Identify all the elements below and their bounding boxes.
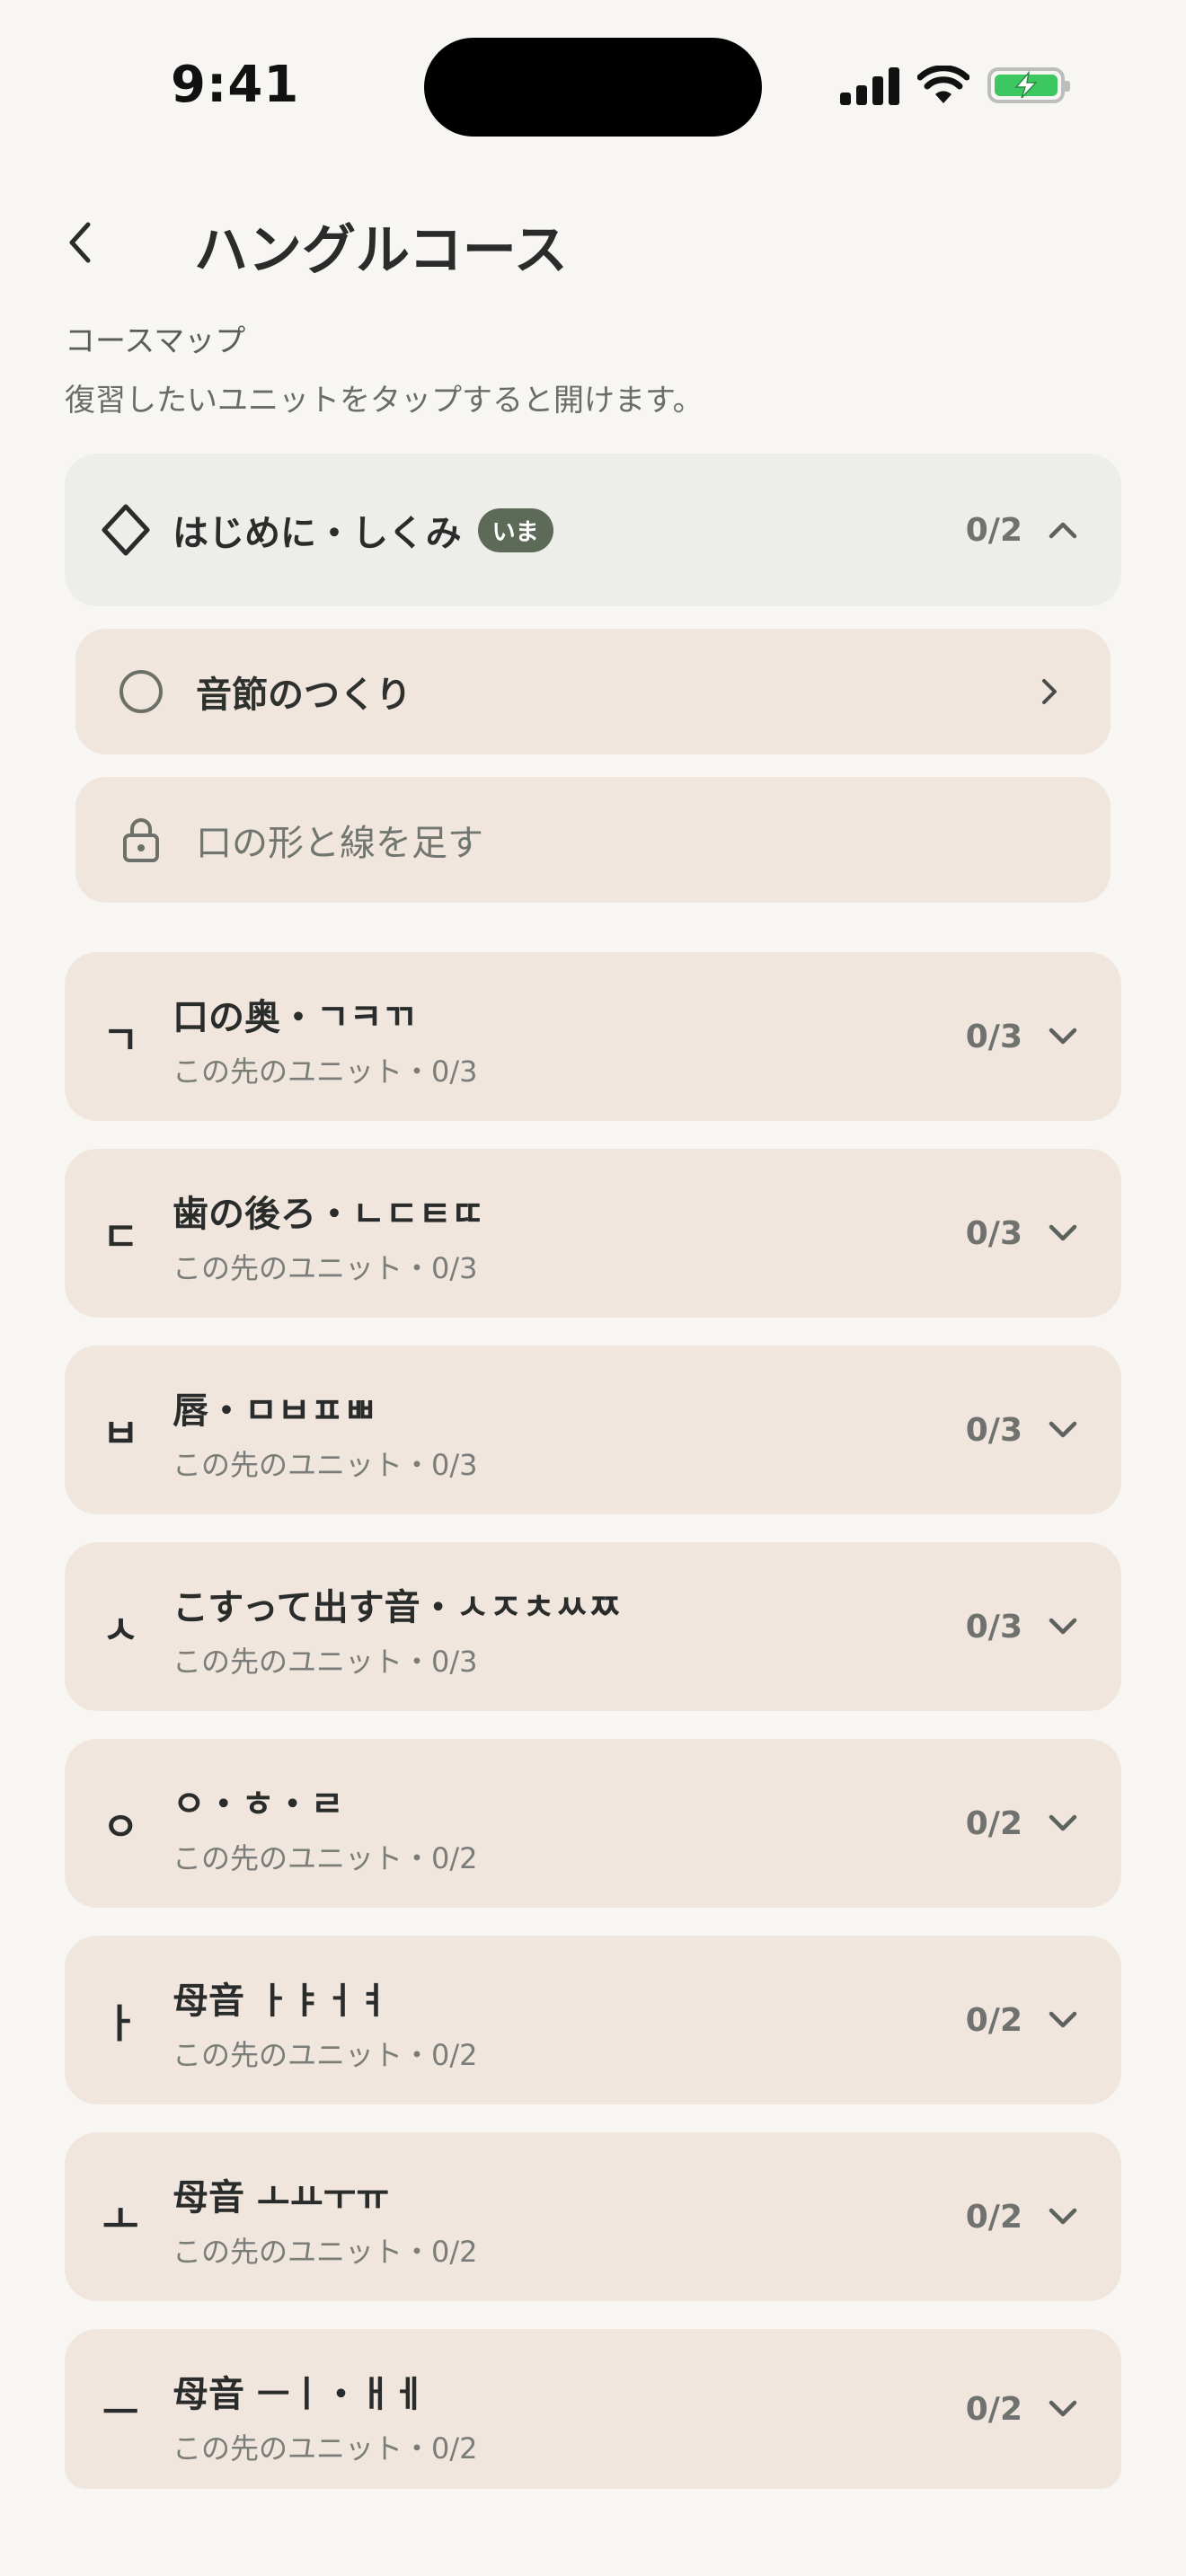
diamond-outline-icon xyxy=(102,504,150,556)
lesson-item-syllable[interactable]: 音節のつくり xyxy=(75,629,1111,754)
unit-title: 母音 ㅏㅑㅓㅕ xyxy=(173,1981,390,2022)
unit-glyph: ㅇ xyxy=(102,1804,139,1850)
cellular-signal-icon xyxy=(840,66,899,105)
unit-progress-count: 0/3 xyxy=(965,1214,1022,1252)
unit-title: 母音 ㅗㅛㅜㅠ xyxy=(173,2177,390,2219)
unit-subtitle: この先のユニット・0/2 xyxy=(173,2235,478,2269)
chevron-down-icon[interactable] xyxy=(1048,2206,1078,2228)
unit-card[interactable]: ㅂ 唇・ㅁㅂㅍㅃ この先のユニット・0/3 0/3 xyxy=(65,1345,1121,1514)
unit-glyph: ㅡ xyxy=(102,2390,139,2436)
unit-glyph: ㄷ xyxy=(102,1214,139,1260)
status-icons xyxy=(840,63,1070,108)
status-time: 9:41 xyxy=(171,56,300,114)
chevron-down-icon[interactable] xyxy=(1048,1813,1078,1834)
unit-title: こすって出す音・ㅅㅈㅊㅆㅉ xyxy=(173,1587,622,1628)
unit-glyph: ㅅ xyxy=(102,1608,139,1654)
chevron-right-icon xyxy=(1042,679,1057,704)
unit-progress-count: 0/3 xyxy=(965,1018,1022,1055)
unit-card[interactable]: ㅗ 母音 ㅗㅛㅜㅠ この先のユニット・0/2 0/2 xyxy=(65,2132,1121,2301)
unit-subtitle: この先のユニット・0/3 xyxy=(173,1054,478,1089)
unit-title: ㅇ・ㅎ・ㄹ xyxy=(173,1784,344,1825)
chevron-down-icon[interactable] xyxy=(1048,1222,1078,1244)
unit-card[interactable]: ㅇ ㅇ・ㅎ・ㄹ この先のユニット・0/2 0/2 xyxy=(65,1739,1121,1908)
unit-subtitle: この先のユニット・0/3 xyxy=(173,1448,478,1482)
unit-card[interactable]: ㅅ こすって出す音・ㅅㅈㅊㅆㅉ この先のユニット・0/3 0/3 xyxy=(65,1542,1121,1711)
chevron-down-icon[interactable] xyxy=(1048,1419,1078,1441)
unit-glyph: ㅗ xyxy=(102,2198,139,2244)
unit-progress-count: 0/3 xyxy=(965,1608,1022,1645)
course-map-label: コースマップ xyxy=(65,323,246,359)
unit-progress-count: 0/3 xyxy=(965,1411,1022,1449)
lesson-label: 音節のつくり xyxy=(196,675,412,716)
unit-progress-count: 0/2 xyxy=(965,2390,1022,2428)
unit-title: はじめに・しくみ いま xyxy=(173,504,553,556)
lock-icon xyxy=(123,818,159,862)
unit-title: 母音 ㅡㅣ・ㅐㅔ xyxy=(173,2374,426,2415)
unit-card-current[interactable]: はじめに・しくみ いま 0/2 xyxy=(65,454,1121,606)
unit-title-text: はじめに・しくみ xyxy=(173,513,462,554)
unit-subtitle: この先のユニット・0/3 xyxy=(173,1251,478,1285)
lesson-item-locked: 口の形と線を足す xyxy=(75,777,1111,903)
status-bar: 9:41 xyxy=(0,0,1186,171)
unit-title: 歯の後ろ・ㄴㄷㅌㄸ xyxy=(173,1194,485,1235)
wifi-icon xyxy=(917,66,969,103)
chevron-down-icon[interactable] xyxy=(1048,2398,1078,2420)
chevron-down-icon[interactable] xyxy=(1048,1616,1078,1637)
chevron-down-icon[interactable] xyxy=(1048,1026,1078,1047)
unit-subtitle: この先のユニット・0/2 xyxy=(173,2038,478,2072)
unit-subtitle: この先のユニット・0/2 xyxy=(173,1841,478,1875)
battery-charging-icon xyxy=(987,67,1070,103)
unit-subtitle: この先のユニット・0/2 xyxy=(173,2431,478,2466)
unit-glyph: ㄱ xyxy=(102,1018,139,1063)
circle-outline-icon xyxy=(119,670,163,713)
unit-card[interactable]: ㅡ 母音 ㅡㅣ・ㅐㅔ この先のユニット・0/2 0/2 xyxy=(65,2329,1121,2489)
course-map-hint: 復習したいユニットをタップすると開けます。 xyxy=(65,383,704,419)
unit-glyph: ㅂ xyxy=(102,1411,139,1457)
unit-glyph: ㅏ xyxy=(102,2001,139,2047)
unit-card[interactable]: ㄱ 口の奥・ㄱㅋㄲ この先のユニット・0/3 0/3 xyxy=(65,952,1121,1121)
unit-progress-count: 0/2 xyxy=(965,2001,1022,2039)
unit-progress-count: 0/2 xyxy=(965,511,1022,549)
unit-title: 唇・ㅁㅂㅍㅃ xyxy=(173,1390,377,1432)
lesson-label: 口の形と線を足す xyxy=(196,823,483,864)
unit-subtitle: この先のユニット・0/3 xyxy=(173,1645,478,1679)
dynamic-island xyxy=(424,38,762,137)
back-chevron-icon[interactable] xyxy=(58,216,102,269)
unit-card[interactable]: ㅏ 母音 ㅏㅑㅓㅕ この先のユニット・0/2 0/2 xyxy=(65,1936,1121,2104)
unit-progress-count: 0/2 xyxy=(965,1804,1022,1842)
chevron-up-icon[interactable] xyxy=(1048,519,1078,541)
chevron-down-icon[interactable] xyxy=(1048,2009,1078,2031)
unit-card[interactable]: ㄷ 歯の後ろ・ㄴㄷㅌㄸ この先のユニット・0/3 0/3 xyxy=(65,1149,1121,1318)
page-title: ハングルコース xyxy=(194,219,568,282)
unit-progress-count: 0/2 xyxy=(965,2198,1022,2236)
current-badge: いま xyxy=(477,507,553,552)
unit-title: 口の奥・ㄱㅋㄲ xyxy=(173,997,416,1038)
